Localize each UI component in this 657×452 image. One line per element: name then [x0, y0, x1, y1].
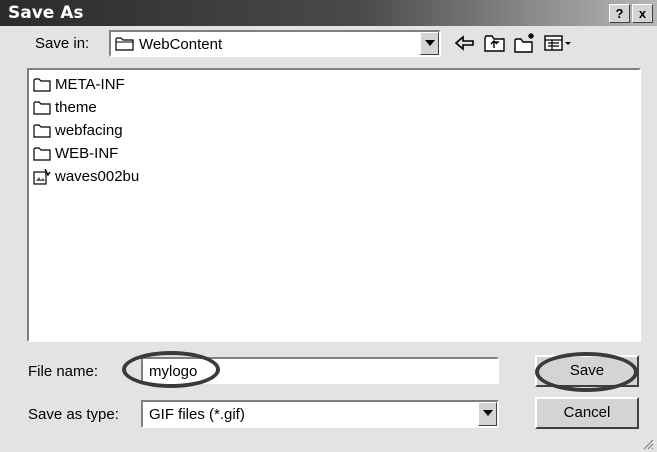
view-menu-icon[interactable]	[543, 32, 573, 54]
file-name: WEB-INF	[55, 145, 119, 162]
highlight-circle	[535, 352, 638, 392]
help-button[interactable]: ?	[609, 4, 630, 23]
save-as-type-label: Save as type:	[28, 406, 119, 423]
title-bar[interactable]: Save As ? x	[0, 0, 657, 26]
file-name: waves002bu	[55, 168, 140, 185]
save-as-type-value: GIF files (*.gif)	[149, 406, 245, 423]
cancel-button[interactable]: Cancel	[535, 397, 639, 429]
save-in-value: WebContent	[139, 36, 223, 53]
up-folder-icon[interactable]	[483, 32, 507, 54]
resize-grip-icon[interactable]	[642, 437, 654, 450]
save-as-type-dropdown[interactable]: GIF files (*.gif)	[141, 400, 499, 428]
save-in-dropdown-button[interactable]	[420, 32, 439, 55]
file-name: META-INF	[55, 76, 125, 93]
back-icon[interactable]	[453, 32, 477, 54]
file-name-label: File name:	[28, 363, 99, 380]
highlight-circle	[122, 351, 220, 388]
save-in-dropdown[interactable]: WebContent	[109, 30, 441, 57]
file-name: theme	[55, 99, 97, 116]
folder-icon	[115, 36, 135, 56]
file-list[interactable]: META-INF theme webfacing WEB-INF waves00…	[27, 68, 641, 342]
save-as-type-dropdown-button[interactable]	[478, 402, 497, 426]
save-in-label: Save in:	[35, 35, 90, 52]
new-folder-icon[interactable]	[513, 32, 537, 54]
file-name: webfacing	[55, 122, 123, 139]
close-button[interactable]: x	[632, 4, 653, 23]
window-title: Save As	[8, 3, 84, 23]
save-as-dialog: Save As ? x Save in: WebContent META-INF…	[0, 0, 657, 452]
